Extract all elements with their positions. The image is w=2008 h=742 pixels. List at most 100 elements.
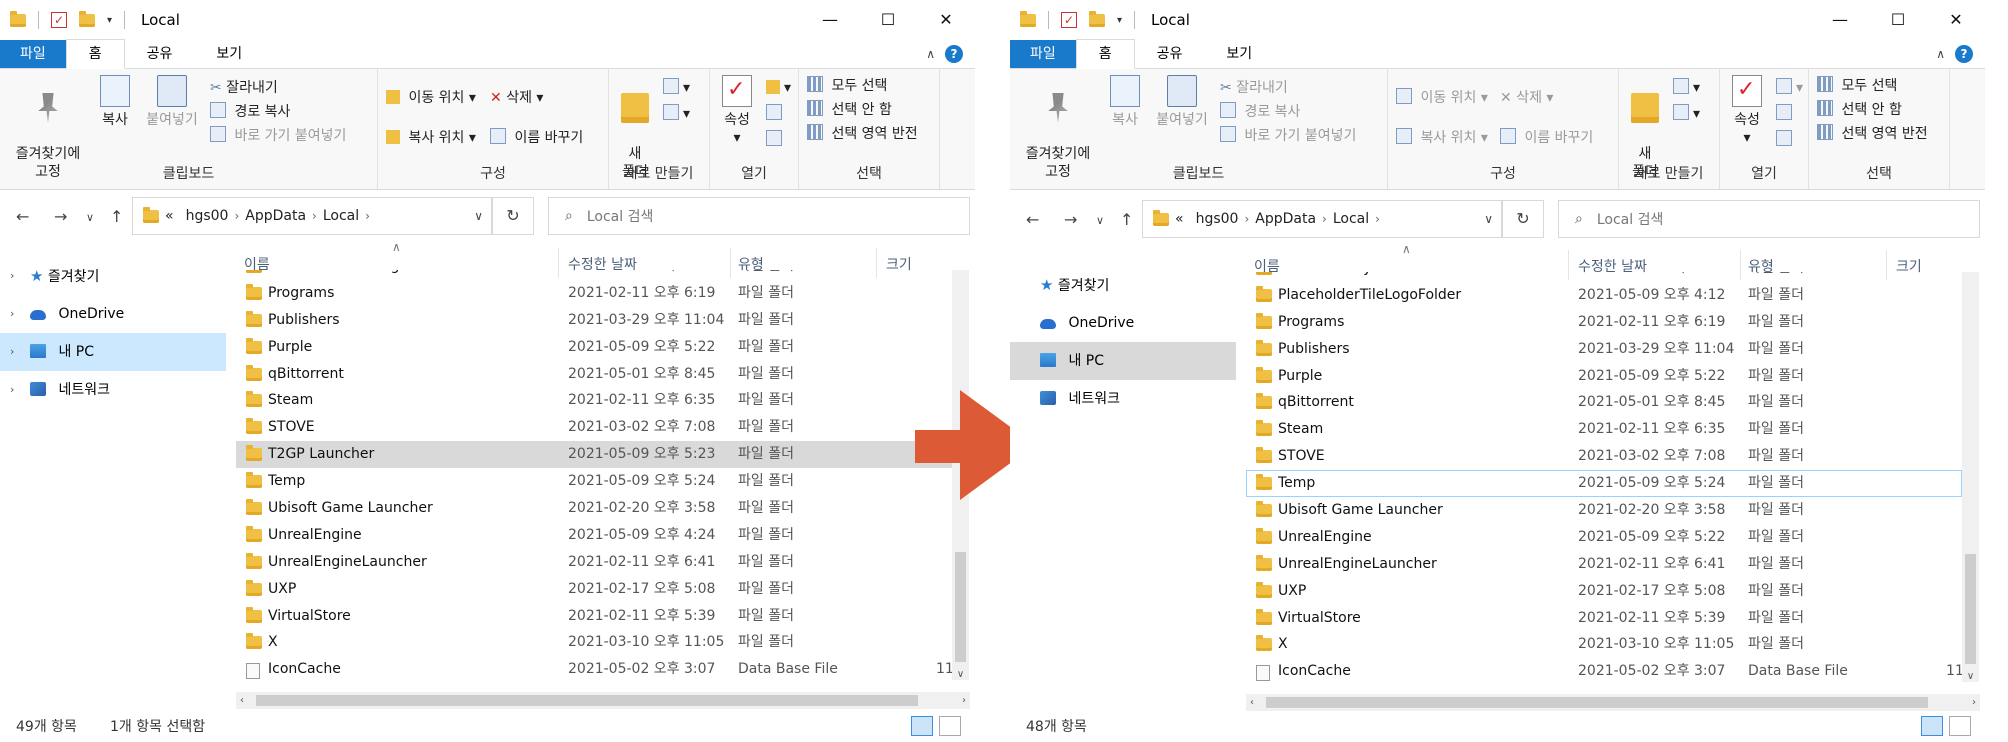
open-button[interactable]: ▾ bbox=[766, 77, 791, 99]
tab-view[interactable]: 보기 bbox=[1204, 40, 1274, 68]
chevron-right-icon[interactable]: › bbox=[1375, 212, 1380, 226]
breadcrumb-overflow[interactable]: « bbox=[1175, 211, 1184, 227]
recent-locations-icon[interactable]: ∨ bbox=[86, 211, 94, 224]
new-folder-quick-icon[interactable] bbox=[1089, 10, 1105, 27]
list-item[interactable]: IconCache 2021-05-02 오후 3:07 Data Base Fil… bbox=[236, 656, 952, 680]
list-item[interactable]: UnrealEngineLauncher 2021-02-11 오후 6:41 파일… bbox=[236, 549, 952, 576]
chevron-right-icon[interactable]: › bbox=[1322, 212, 1327, 226]
nav-item-onedrive[interactable]: OneDrive bbox=[1010, 304, 1236, 342]
list-item[interactable]: Steam 2021-02-11 오후 6:35 파일 폴더 bbox=[1246, 416, 1962, 443]
address-bar[interactable]: « hgs00 › AppData › Local › ∨ bbox=[132, 197, 492, 235]
back-icon[interactable]: ← bbox=[1026, 210, 1039, 229]
copy-to-button[interactable]: 복사 위치 ▾ bbox=[386, 127, 476, 149]
scrollbar-thumb[interactable] bbox=[1965, 554, 1976, 664]
chevron-right-icon[interactable]: › bbox=[1244, 212, 1249, 226]
easy-access-button[interactable]: ▾ bbox=[663, 103, 690, 125]
scroll-right-icon[interactable]: › bbox=[962, 692, 966, 709]
list-item[interactable]: UnrealEngine 2021-05-09 오후 5:22 파일 폴더 bbox=[1246, 524, 1962, 551]
delete-button[interactable]: ✕ 삭제 ▾ bbox=[1500, 87, 1553, 109]
details-view-button[interactable] bbox=[1921, 716, 1943, 736]
list-item[interactable]: PlaceholderTileLogoFolder2021-05-09 오후 4… bbox=[1246, 282, 1962, 309]
edit-button[interactable] bbox=[766, 103, 786, 125]
nav-item-network[interactable]: › 네트워크 bbox=[0, 371, 226, 409]
tab-view[interactable]: 보기 bbox=[194, 40, 264, 68]
nav-item-quick-access[interactable]: ★ 즐겨찾기 bbox=[1010, 266, 1236, 304]
list-item[interactable]: qBittorrent 2021-05-01 오후 8:45 파일 폴더 bbox=[236, 361, 952, 388]
easy-access-button[interactable]: ▾ bbox=[1673, 103, 1700, 125]
properties-button[interactable]: 속성▾ bbox=[1724, 75, 1770, 147]
breadcrumb-hgs00[interactable]: hgs00 bbox=[186, 208, 229, 224]
cut-button[interactable]: ✂ 잘라내기 bbox=[1220, 77, 1288, 99]
maximize-button[interactable]: ☐ bbox=[1869, 0, 1927, 40]
tab-file[interactable]: 파일 bbox=[0, 40, 66, 68]
move-to-button[interactable]: 이동 위치 ▾ bbox=[386, 87, 476, 109]
list-item[interactable]: Purple 2021-05-09 오후 5:22 파일 폴더 bbox=[1246, 363, 1962, 390]
minimize-button[interactable]: — bbox=[1811, 0, 1869, 40]
scroll-left-icon[interactable]: ‹ bbox=[1250, 694, 1254, 711]
forward-icon[interactable]: → bbox=[1064, 210, 1077, 229]
history-button[interactable] bbox=[1776, 129, 1796, 151]
refresh-button[interactable]: ↻ bbox=[1502, 200, 1544, 238]
refresh-button[interactable]: ↻ bbox=[492, 197, 534, 235]
new-item-button[interactable]: ▾ bbox=[1673, 77, 1700, 99]
list-item[interactable]: PlaceholderTileLogoFolder2021-05-09 오후 4… bbox=[236, 270, 952, 280]
chevron-right-icon[interactable]: › bbox=[10, 257, 14, 295]
chevron-down-icon[interactable]: ∨ bbox=[474, 209, 483, 223]
list-item[interactable]: Ubisoft Game Launcher 2021-02-20 오후 3:58 파… bbox=[236, 495, 952, 522]
recent-locations-icon[interactable]: ∨ bbox=[1096, 214, 1104, 227]
chevron-right-icon[interactable]: › bbox=[365, 209, 370, 223]
breadcrumb-appdata[interactable]: AppData bbox=[245, 208, 306, 224]
list-item[interactable]: IconCache 2021-05-02 오후 3:07 Data Base Fil… bbox=[1246, 658, 1962, 682]
list-item[interactable]: Steam 2021-02-11 오후 6:35 파일 폴더 bbox=[236, 387, 952, 414]
horizontal-scrollbar[interactable]: ‹ › bbox=[236, 692, 970, 709]
properties-quick-icon[interactable]: ✓ bbox=[1061, 12, 1077, 28]
paste-shortcut-button[interactable]: 바로 가기 붙여넣기 bbox=[1220, 125, 1356, 147]
properties-quick-icon[interactable]: ✓ bbox=[51, 12, 67, 28]
nav-item-quick-access[interactable]: › ★ 즐겨찾기 bbox=[0, 257, 226, 295]
open-button[interactable]: ▾ bbox=[1776, 77, 1803, 99]
list-item[interactable]: Purple 2021-05-09 오후 5:22 파일 폴더 bbox=[236, 334, 952, 361]
chevron-right-icon[interactable]: › bbox=[234, 209, 239, 223]
copy-button[interactable]: 복사 bbox=[1102, 75, 1148, 129]
up-icon[interactable]: ↑ bbox=[110, 207, 123, 226]
list-item[interactable]: Ubisoft Game Launcher 2021-02-20 오후 3:58 파… bbox=[1246, 497, 1962, 524]
chevron-right-icon[interactable]: › bbox=[10, 333, 14, 371]
list-item[interactable]: VirtualStore 2021-02-11 오후 5:39 파일 폴더 bbox=[236, 603, 952, 630]
quick-access-dropdown-icon[interactable]: ▾ bbox=[1117, 15, 1122, 26]
rename-button[interactable]: 이름 바꾸기 bbox=[490, 127, 583, 149]
nav-item-onedrive[interactable]: › OneDrive bbox=[0, 295, 226, 333]
list-item[interactable]: UXP 2021-02-17 오후 5:08 파일 폴더 bbox=[236, 576, 952, 603]
nav-item-this-pc[interactable]: 내 PC bbox=[1010, 342, 1236, 380]
list-item[interactable]: Programs 2021-02-11 오후 6:19 파일 폴더 bbox=[236, 280, 952, 307]
close-button[interactable]: ✕ bbox=[917, 0, 975, 40]
large-icons-view-button[interactable] bbox=[1949, 716, 1971, 736]
scroll-right-icon[interactable]: › bbox=[1972, 694, 1976, 711]
scroll-down-icon[interactable]: ∨ bbox=[1962, 671, 1979, 682]
large-icons-view-button[interactable] bbox=[939, 716, 961, 736]
select-all-button[interactable]: 모두 선택 bbox=[807, 75, 887, 97]
breadcrumb-hgs00[interactable]: hgs00 bbox=[1196, 211, 1239, 227]
scrollbar-thumb[interactable] bbox=[955, 552, 966, 662]
search-input[interactable]: ⌕ Local 검색 bbox=[1558, 200, 1980, 238]
select-all-button[interactable]: 모두 선택 bbox=[1817, 75, 1897, 97]
nav-item-this-pc[interactable]: › 내 PC bbox=[0, 333, 226, 371]
list-item[interactable]: qBittorrent 2021-05-01 오후 8:45 파일 폴더 bbox=[1246, 389, 1962, 416]
invert-selection-button[interactable]: 선택 영역 반전 bbox=[1817, 123, 1928, 145]
paste-button[interactable]: 붙여넣기 bbox=[140, 75, 204, 129]
scrollbar-thumb[interactable] bbox=[1266, 697, 1928, 708]
details-view-button[interactable] bbox=[911, 716, 933, 736]
close-button[interactable]: ✕ bbox=[1927, 0, 1985, 40]
copy-path-button[interactable]: 경로 복사 bbox=[210, 101, 290, 123]
search-input[interactable]: ⌕ Local 검색 bbox=[548, 197, 970, 235]
list-item[interactable]: VirtualStore 2021-02-11 오후 5:39 파일 폴더 bbox=[1246, 605, 1962, 632]
maximize-button[interactable]: ☐ bbox=[859, 0, 917, 40]
chevron-right-icon[interactable]: › bbox=[10, 371, 14, 409]
horizontal-scrollbar[interactable]: ‹ › bbox=[1246, 694, 1980, 711]
back-icon[interactable]: ← bbox=[16, 207, 29, 226]
list-item[interactable]: Programs 2021-02-11 오후 6:19 파일 폴더 bbox=[1246, 309, 1962, 336]
breadcrumb-appdata[interactable]: AppData bbox=[1255, 211, 1316, 227]
collapse-ribbon-icon[interactable]: ∧ bbox=[1936, 47, 1945, 61]
address-bar[interactable]: « hgs00 › AppData › Local › ∨ bbox=[1142, 200, 1502, 238]
select-none-button[interactable]: 선택 안 함 bbox=[807, 99, 892, 121]
scroll-left-icon[interactable]: ‹ bbox=[240, 692, 244, 709]
